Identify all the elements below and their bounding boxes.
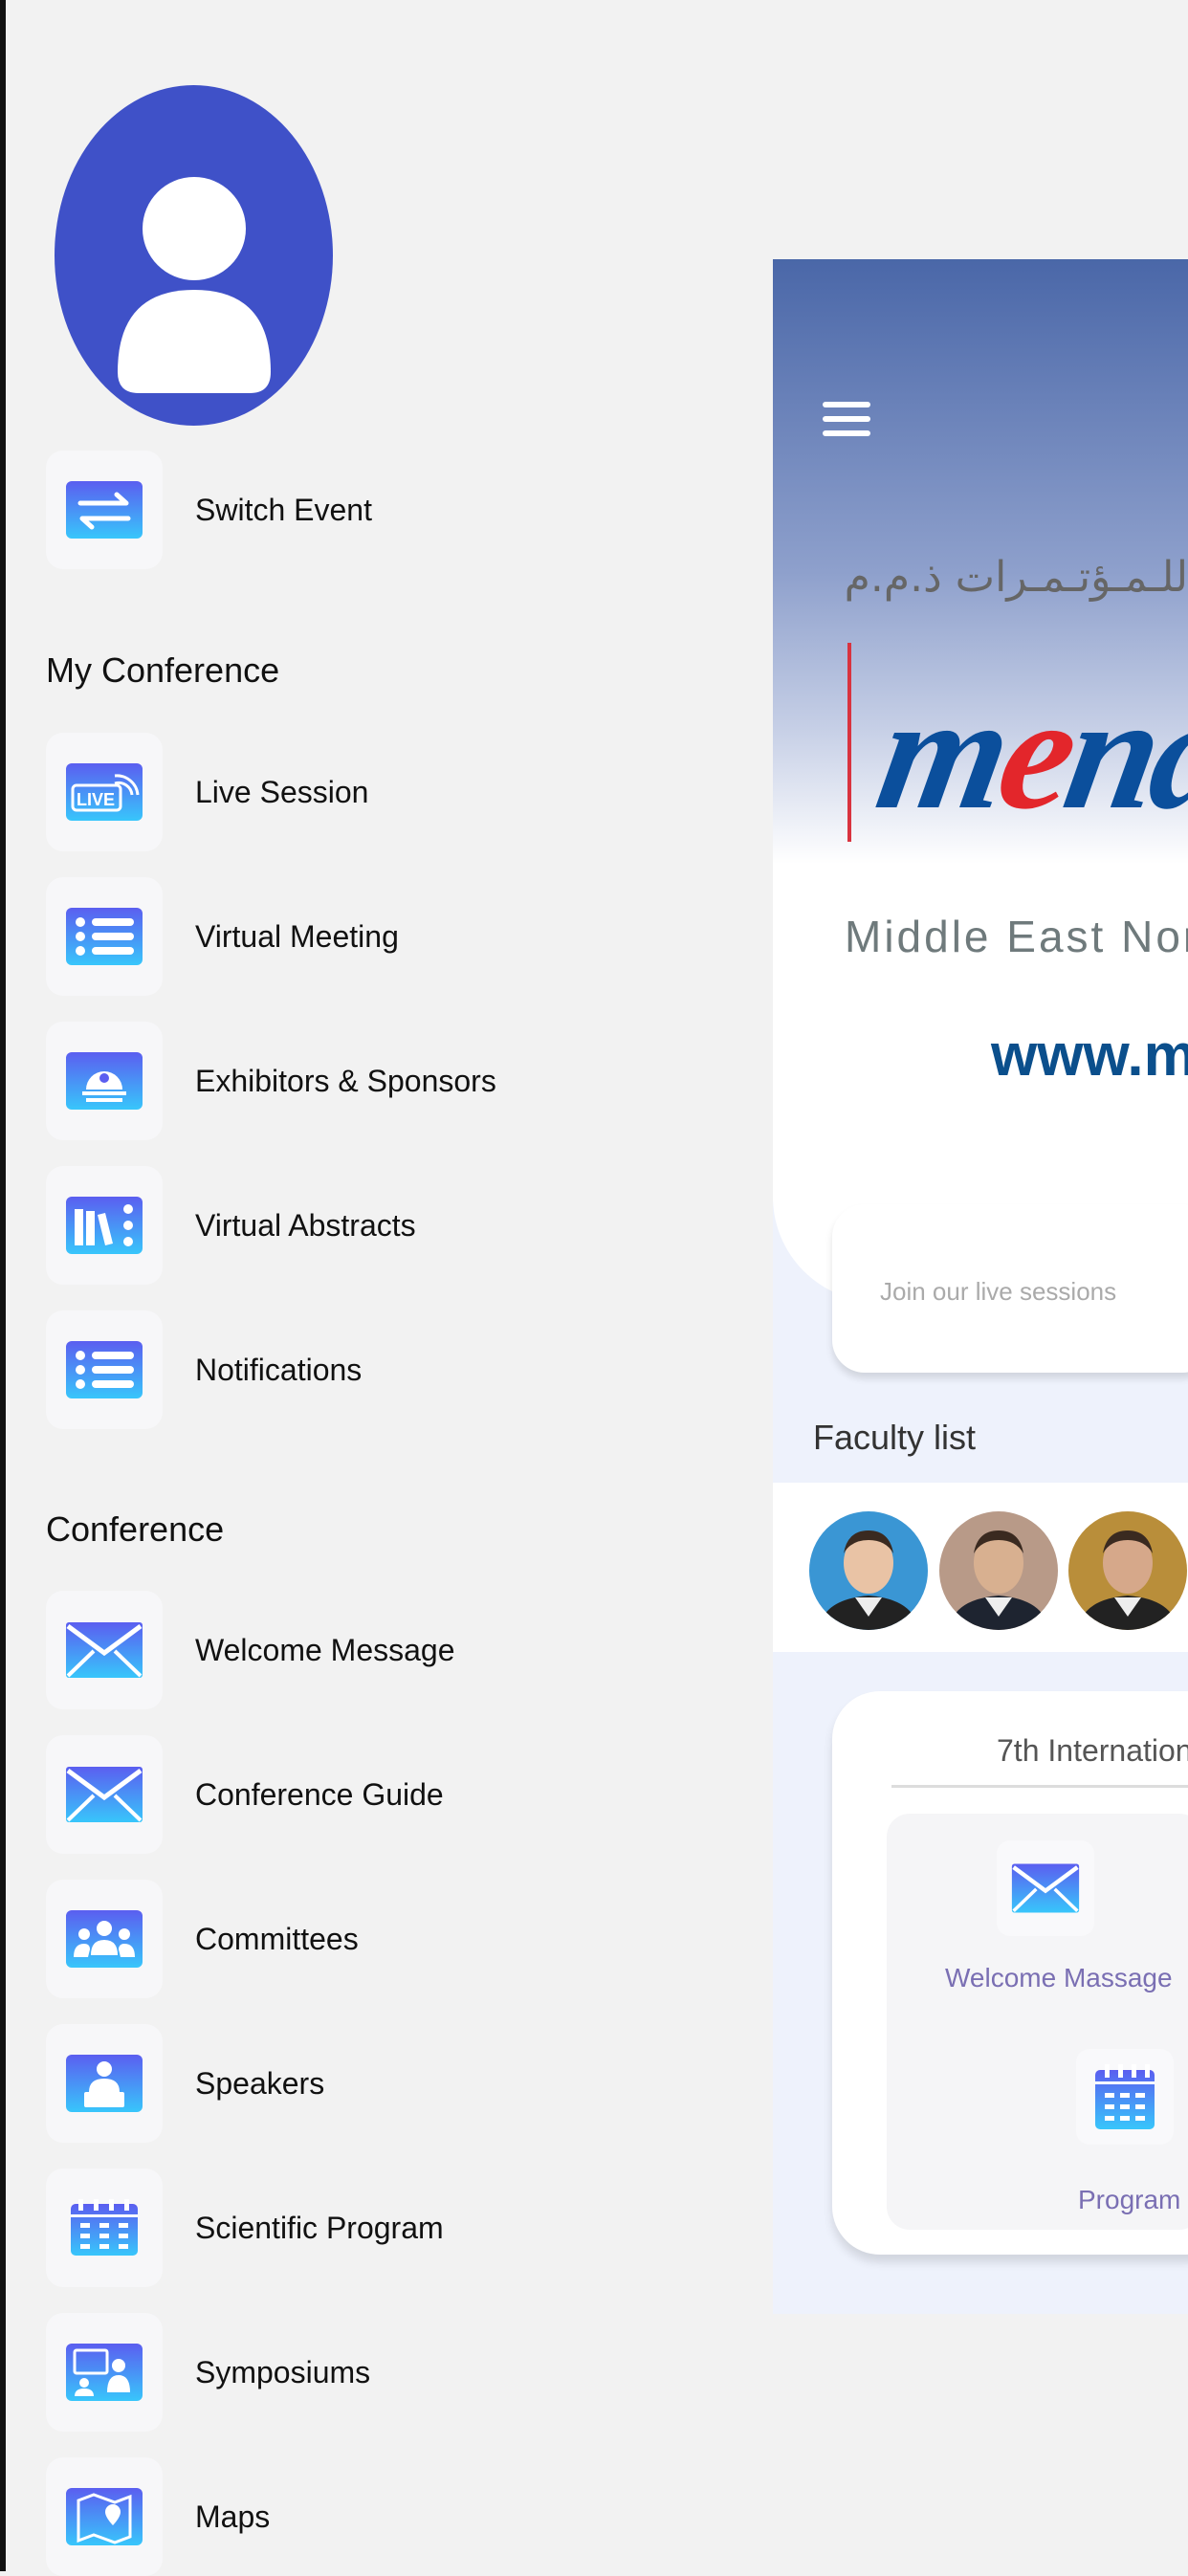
screen-edge [0,0,6,2571]
speaker-icon [66,2055,143,2112]
drawer-item-label: Maps [195,2499,271,2534]
group-icon [66,1910,143,1968]
drawer-item-virtual-abstracts[interactable]: Virtual Abstracts [46,1166,715,1285]
drawer-item-scientific-program[interactable]: Scientific Program [46,2169,715,2287]
envelope-icon [66,1622,143,1678]
drawer-item-label: Switch Event [195,492,372,527]
logo-arabic-text: للـمـؤتـمـرات ذ.م.م. [842,553,1188,602]
icon-tile [46,2169,163,2287]
envelope-icon [1011,1863,1080,1913]
drawer-item-switch-event[interactable]: Switch Event [46,451,715,569]
drawer-item-exhibitors-sponsors[interactable]: Exhibitors & Sponsors [46,1022,715,1140]
drawer-item-label: Live Session [195,774,369,809]
faculty-list-title: Faculty list [813,1418,977,1457]
drawer-item-speakers[interactable]: Speakers [46,2024,715,2143]
drawer-item-label: Virtual Meeting [195,918,399,954]
icon-tile [46,2457,163,2576]
drawer-item-maps[interactable]: Maps [46,2457,715,2576]
booth-icon [66,1052,143,1110]
icon-tile [46,1591,163,1709]
list-icon [66,1341,143,1398]
envelope-icon [66,1767,143,1822]
icon-tile: LIVE [46,733,163,851]
switch-arrows-icon [66,481,143,539]
profile-avatar[interactable] [55,85,333,426]
calendar-icon [71,2199,138,2256]
icon-tile [46,1735,163,1854]
faculty-photo[interactable] [809,1511,928,1630]
section-title: My Conference [46,650,280,690]
live-icon: LIVE [66,763,143,821]
drawer-item-label: Symposiums [195,2354,371,2389]
join-live-sessions-card[interactable]: Join our live sessions [832,1204,1188,1373]
drawer-item-label: Welcome Message [195,1632,455,1667]
symposium-icon [66,2344,143,2401]
icon-tile [46,1022,163,1140]
quick-link-welcome[interactable] [997,1840,1094,1936]
drawer-item-label: Scientific Program [195,2210,444,2245]
mena-logo: mena [866,663,1188,843]
icon-tile [46,1166,163,1285]
drawer-item-symposiums[interactable]: Symposiums [46,2313,715,2432]
drawer-item-virtual-meeting[interactable]: Virtual Meeting [46,877,715,996]
logo-divider [847,643,851,842]
books-icon [66,1197,143,1254]
drawer-item-notifications[interactable]: Notifications [46,1310,715,1429]
menu-hamburger-icon[interactable] [823,402,870,442]
list-icon [66,908,143,965]
user-icon [118,177,271,393]
conference-title: 7th Internationa [997,1733,1188,1768]
svg-text:LIVE: LIVE [77,790,115,809]
drawer-item-label: Virtual Abstracts [195,1207,416,1243]
drawer-item-label: Speakers [195,2065,325,2101]
faculty-photo[interactable] [939,1511,1058,1630]
section-title: Conference [46,1509,225,1549]
drawer-item-label: Notifications [195,1352,363,1387]
drawer-item-committees[interactable]: Committees [46,1880,715,1998]
icon-tile [46,2024,163,2143]
drawer-item-welcome-message[interactable]: Welcome Message [46,1591,715,1709]
join-text: Join our live sessions [880,1277,1117,1306]
logo-website: www.m [991,1023,1188,1089]
quick-link-welcome-label[interactable]: Welcome Massage [945,1963,1173,1993]
map-icon [66,2488,143,2545]
quick-link-program-label[interactable]: Program [1078,2185,1180,2215]
icon-tile [46,877,163,996]
logo-tagline: Middle East Nort [845,912,1188,961]
icon-tile [46,1880,163,1998]
drawer-item-label: Exhibitors & Sponsors [195,1063,496,1098]
icon-tile [46,451,163,569]
faculty-photo[interactable] [1068,1511,1187,1630]
drawer-item-conference-guide[interactable]: Conference Guide [46,1735,715,1854]
drawer-item-label: Committees [195,1921,359,1956]
icon-tile [46,2313,163,2432]
drawer-item-label: Conference Guide [195,1776,444,1812]
divider [891,1785,1188,1788]
quick-link-program[interactable] [1076,2049,1174,2145]
calendar-icon [1095,2064,1155,2129]
drawer-item-live-session[interactable]: LIVE Live Session [46,733,715,851]
icon-tile [46,1310,163,1429]
